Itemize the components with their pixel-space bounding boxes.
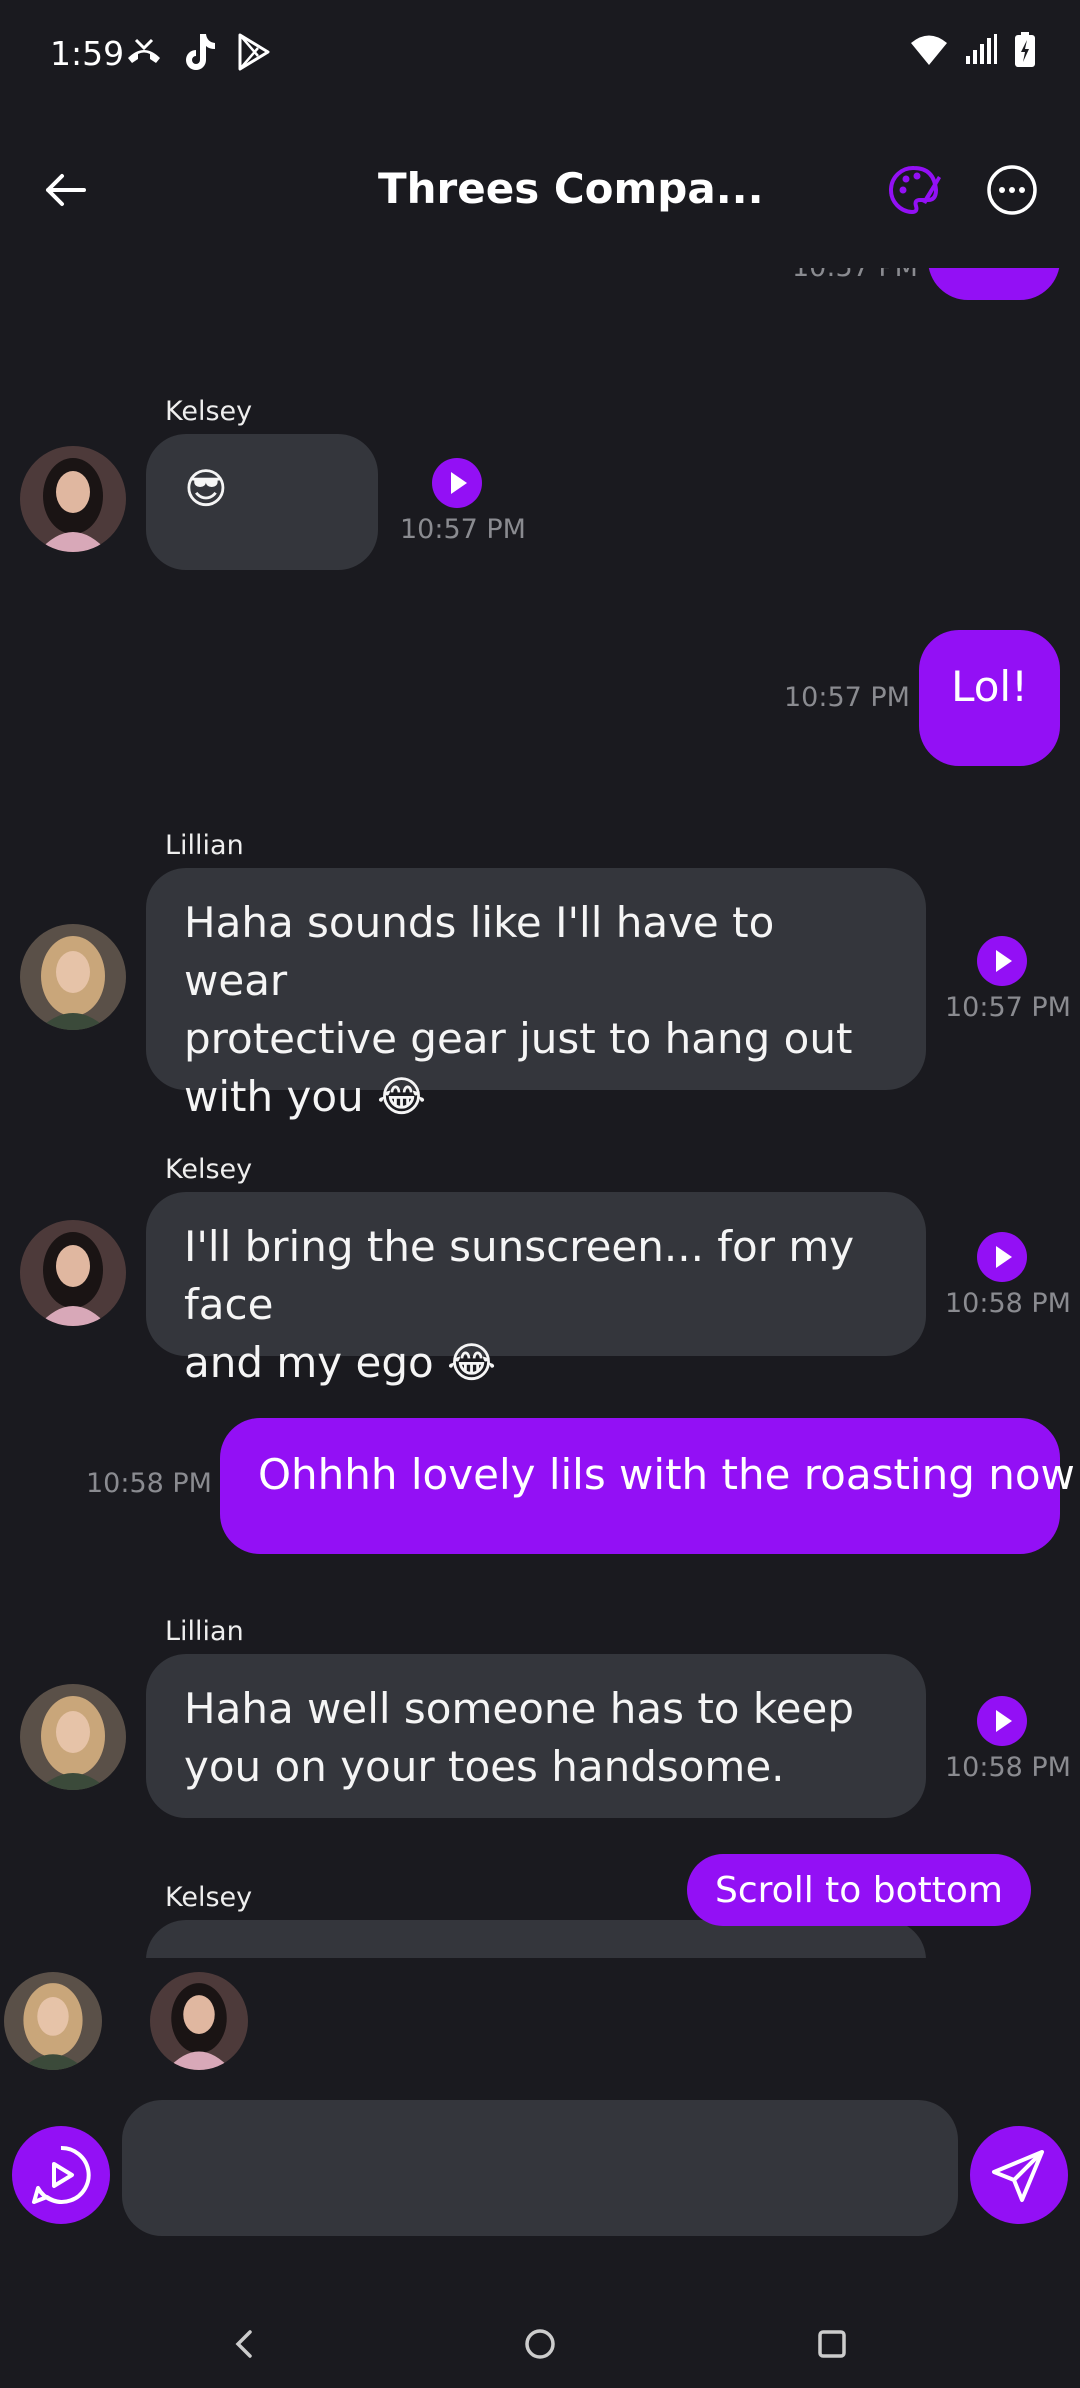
tiktok-icon — [186, 34, 215, 70]
chat-header: Threes Compa... — [0, 150, 1080, 230]
message-text: Lol! — [951, 662, 1028, 711]
avatar-lillian[interactable] — [20, 924, 126, 1030]
avatar-kelsey[interactable] — [150, 1972, 248, 2070]
message-text-line: with you 😂 — [184, 1072, 427, 1121]
voice-play-icon — [32, 2145, 91, 2204]
wifi-icon — [911, 35, 947, 65]
palette-icon[interactable] — [886, 162, 942, 218]
message-text-line: Haha sounds like I'll have to wear — [184, 898, 775, 1005]
message-time: 10:58 PM — [945, 1288, 1071, 1319]
status-bar: 1:59 — [0, 0, 1080, 110]
message-input[interactable] — [122, 2100, 958, 2236]
sender-name: Lillian — [165, 1616, 244, 1647]
message-text-line: Haha well someone has to keep — [184, 1684, 855, 1733]
sender-name: Kelsey — [165, 1882, 253, 1913]
message-bubble-outgoing[interactable]: Lol! — [919, 630, 1060, 766]
avatar-lillian[interactable] — [20, 1684, 126, 1790]
status-system-icons — [910, 32, 1036, 68]
message-list[interactable]: 10:57 PM Kelsey 😎 10:57 PM 10:57 PM Lol!… — [0, 268, 1080, 1958]
signal-icon — [966, 34, 997, 64]
play-audio-button[interactable] — [977, 1232, 1027, 1282]
message-time: 10:57 PM — [945, 992, 1071, 1023]
sender-name: Kelsey — [165, 396, 253, 427]
sender-name: Lillian — [165, 830, 244, 861]
message-bubble-outgoing[interactable] — [928, 268, 1060, 300]
message-text-line: protective gear just to hang out — [184, 1014, 853, 1063]
nav-recents-icon[interactable] — [812, 2324, 852, 2364]
more-icon[interactable] — [986, 164, 1038, 216]
avatar-kelsey[interactable] — [20, 1220, 126, 1326]
message-text: Ohhhh lovely lils with the roasting now! — [258, 1450, 1080, 1499]
message-time: 10:58 PM — [945, 1752, 1071, 1783]
play-audio-button[interactable] — [977, 936, 1027, 986]
message-time: 10:58 PM — [86, 1468, 212, 1499]
message-time: 10:57 PM — [784, 682, 910, 713]
avatar-kelsey[interactable] — [20, 446, 126, 552]
nav-back-icon[interactable] — [224, 2324, 264, 2364]
play-store-icon — [238, 33, 270, 71]
voice-button[interactable] — [12, 2126, 110, 2224]
participants-row — [0, 1970, 1080, 2080]
avatar-lillian[interactable] — [4, 1972, 102, 2070]
message-time: 10:57 PM — [792, 268, 918, 283]
message-text-line: and my ego 😂 — [184, 1338, 497, 1387]
status-time: 1:59 — [50, 34, 125, 73]
message-time: 10:57 PM — [400, 514, 526, 545]
message-text-line: you on your toes handsome. — [184, 1742, 785, 1791]
send-icon — [992, 2150, 1044, 2202]
message-composer — [0, 2100, 1080, 2240]
message-bubble-incoming[interactable]: Haha well someone has to keep you on you… — [146, 1654, 926, 1818]
message-bubble-incoming[interactable]: I'll bring the sunscreen... for my face … — [146, 1192, 926, 1387]
send-button[interactable] — [970, 2126, 1068, 2224]
system-nav-bar — [0, 2300, 1080, 2388]
status-notification-icons — [124, 32, 272, 72]
battery-icon — [1015, 32, 1035, 67]
scroll-to-bottom-button[interactable]: Scroll to bottom — [687, 1854, 1031, 1926]
message-text: 😎 — [184, 464, 228, 513]
nav-home-icon[interactable] — [520, 2324, 560, 2364]
play-audio-button[interactable] — [977, 1696, 1027, 1746]
missed-call-icon — [128, 38, 160, 63]
message-bubble-incoming[interactable]: 😎 — [146, 434, 378, 570]
sender-name: Kelsey — [165, 1154, 253, 1185]
back-arrow-icon[interactable] — [40, 160, 100, 220]
message-bubble-incoming[interactable]: Haha sounds like I'll have to wear prote… — [146, 868, 926, 1121]
chat-title[interactable]: Threes Compa... — [378, 164, 764, 213]
play-audio-button[interactable] — [432, 458, 482, 508]
message-text-line: I'll bring the sunscreen... for my face — [184, 1222, 855, 1329]
message-bubble-outgoing[interactable]: Ohhhh lovely lils with the roasting now! — [220, 1418, 1080, 1554]
